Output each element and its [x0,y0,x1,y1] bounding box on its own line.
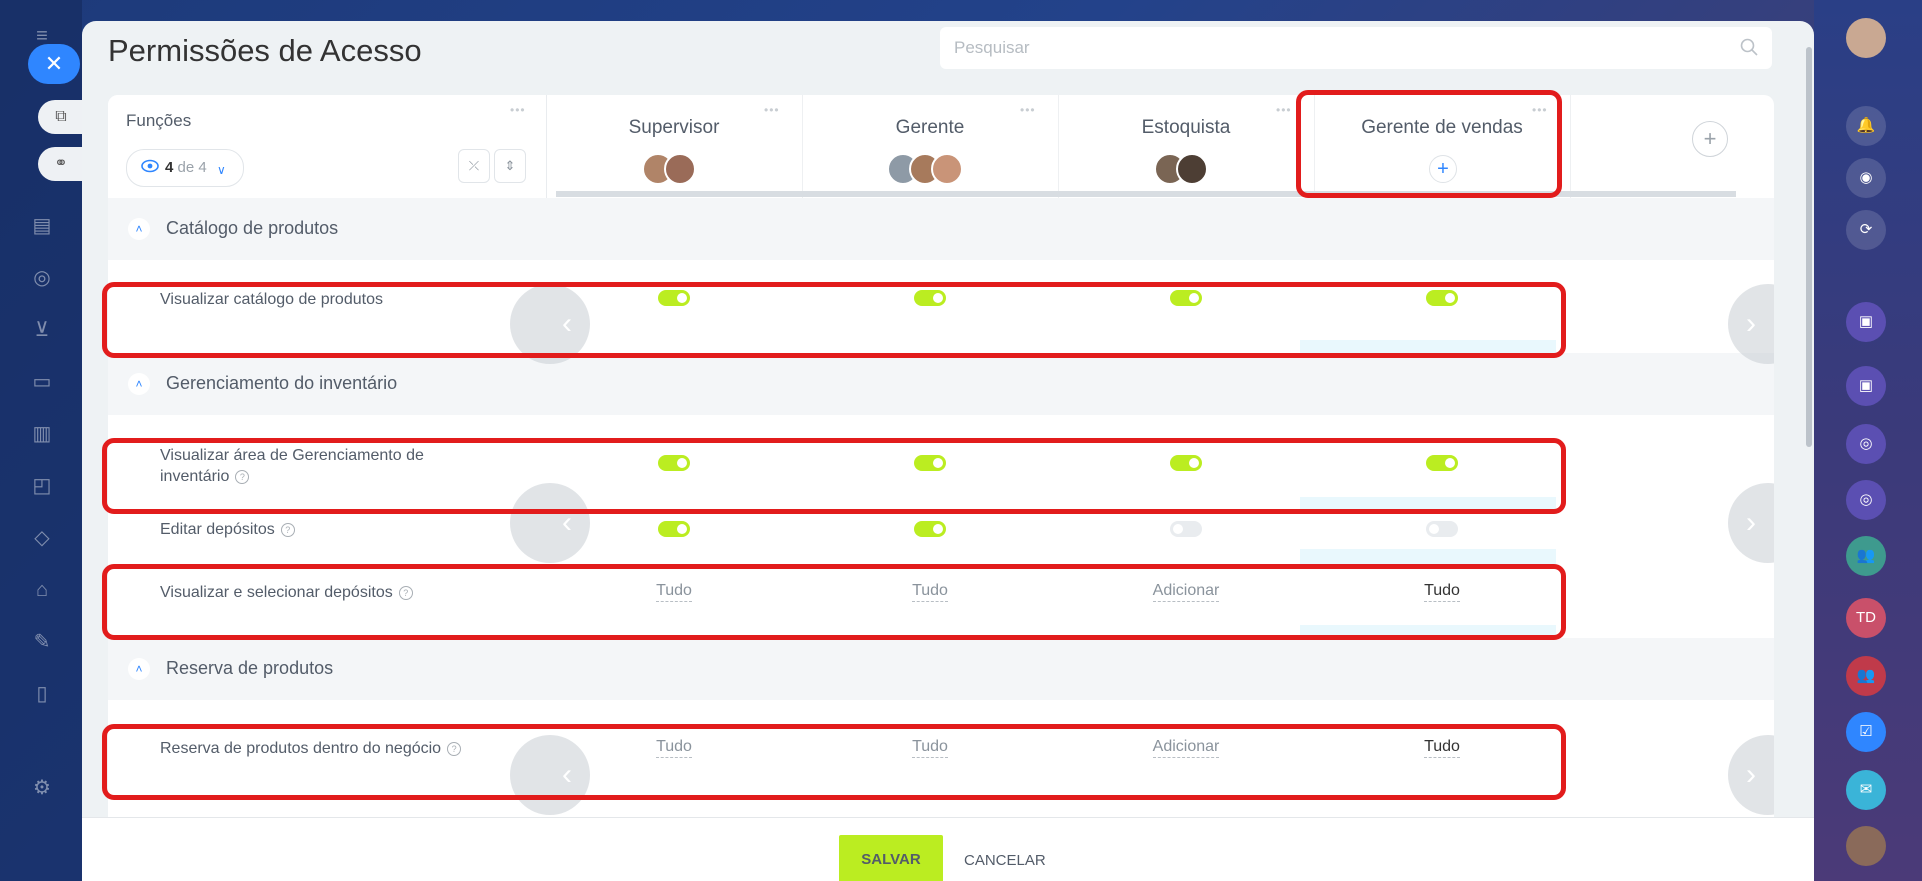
box-icon[interactable]: ◇ [28,524,56,552]
avatar [931,153,963,185]
annotation-box [102,724,1566,800]
vertical-scrollbar[interactable] [1806,47,1812,447]
add-role-button[interactable]: + [1692,121,1728,157]
help-icon[interactable]: ? [280,523,295,537]
page-title: Permissões de Acesso [108,33,422,68]
target-icon[interactable]: ◎ [28,264,56,292]
footer-bar: SALVAR CANCELAR [82,817,1814,881]
more-icon[interactable]: ••• [764,103,780,117]
contact-icon-2[interactable]: ▣ [1846,366,1886,406]
sync-icon[interactable]: ⟳ [1846,210,1886,250]
chevron-up-icon[interactable]: ˄ [128,218,150,240]
role-avatars [546,153,802,190]
initials-avatar[interactable]: TD [1846,598,1886,638]
role-avatars [1058,153,1314,190]
save-button[interactable]: SALVAR [839,835,943,881]
annotation-box [102,564,1566,640]
annotation-box [1296,90,1562,198]
avatar [1176,153,1208,185]
cart-icon[interactable]: ⊻ [28,316,56,344]
role-name[interactable]: Supervisor [546,117,802,139]
role-name[interactable]: Gerente [802,117,1058,139]
permission-toggle[interactable] [658,521,690,537]
more-icon[interactable]: ••• [1276,103,1292,117]
roles-header-cell: Funções ••• 4 de 4 ∨ ⤫ ⇕ [108,95,547,198]
permission-cell [1314,521,1570,542]
annotation-box [102,438,1566,514]
scroll-right-icon[interactable]: › [1728,483,1774,563]
settings-icon[interactable]: ⚙ [28,774,56,802]
group-icon[interactable]: 👥 [1846,536,1886,576]
section-header[interactable]: ˄ Catálogo de produtos [108,198,1774,260]
collapse-all-icon[interactable]: ⤫ [458,149,490,183]
section-title: Gerenciamento do inventário [166,373,398,393]
activity-icon[interactable]: ◉ [1846,158,1886,198]
role-name[interactable]: Estoquista [1058,117,1314,139]
section-title: Catálogo de produtos [166,218,339,238]
search-input[interactable] [940,27,1728,69]
role-column-supervisor: ••• Supervisor [546,95,803,198]
roles-label: Funções [126,111,192,130]
section-title: Reserva de produtos [166,658,334,678]
visible-roles-selector[interactable]: 4 de 4 ∨ [126,149,244,187]
robot-icon[interactable]: ◰ [28,472,56,500]
expand-all-icon[interactable]: ⇕ [494,149,526,183]
copy-link-icon[interactable]: ⚭ [38,147,84,181]
role-column-gerente: ••• Gerente [802,95,1059,198]
contact-icon[interactable]: ▣ [1846,302,1886,342]
chart-icon[interactable]: ▥ [28,420,56,448]
permission-toggle[interactable] [1426,521,1458,537]
card-icon[interactable]: ▭ [28,368,56,396]
search-icon[interactable] [1740,38,1758,56]
permission-row: Editar depósitos? [108,509,1774,549]
close-button[interactable]: ✕ [28,44,80,84]
filter-icon[interactable]: ▤ [28,212,56,240]
store-icon[interactable]: ⌂ [28,576,56,604]
permission-cell [802,521,1058,542]
permission-label-text: Editar depósitos [160,521,275,538]
role-avatars [802,153,1058,190]
user-avatar-2[interactable] [1846,826,1886,866]
group-icon-2[interactable]: 👥 [1846,656,1886,696]
avatar [664,153,696,185]
visible-of: de 4 [177,159,207,176]
edit-icon[interactable]: ✎ [28,628,56,656]
permission-cell [1058,521,1314,542]
section-header[interactable]: ˄ Gerenciamento do inventário [108,353,1774,415]
permission-toggle[interactable] [914,521,946,537]
permission-toggle[interactable] [1170,521,1202,537]
refresh-chat-icon-2[interactable]: ◎ [1846,480,1886,520]
annotation-box [102,282,1566,358]
more-icon[interactable]: ••• [510,103,526,117]
section-header[interactable]: ˄ Reserva de produtos [108,638,1774,700]
user-avatar[interactable] [1846,18,1886,58]
permission-label: Editar depósitos? [160,519,295,540]
open-new-window-icon[interactable]: ⧉ [38,100,84,134]
document-icon[interactable]: ▯ [28,680,56,708]
refresh-chat-icon[interactable]: ◎ [1846,424,1886,464]
search-box [940,27,1772,69]
chat-icon[interactable]: ✉ [1846,770,1886,810]
role-column-estoquista: ••• Estoquista [1058,95,1315,198]
chevron-down-icon: ∨ [217,163,226,177]
eye-icon [141,159,159,173]
visible-count: 4 [165,159,174,176]
right-sidebar: 🔔 ◉ ⟳ ▣ ▣ ◎ ◎ 👥 TD 👥 ☑ ✉ [1814,0,1922,881]
chevron-up-icon[interactable]: ˄ [128,373,150,395]
chevron-up-icon[interactable]: ˄ [128,658,150,680]
cancel-button[interactable]: CANCELAR [964,852,1046,869]
bell-icon[interactable]: 🔔 [1846,106,1886,146]
more-icon[interactable]: ••• [1020,103,1036,117]
task-icon[interactable]: ☑ [1846,712,1886,752]
